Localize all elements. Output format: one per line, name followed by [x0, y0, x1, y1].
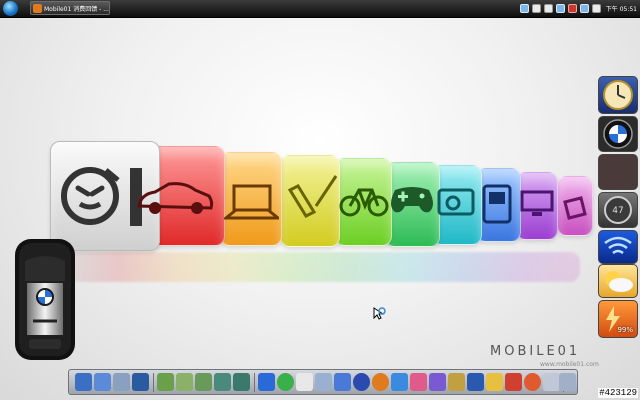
taskbar-window-button[interactable]: Mobile01 消费回馈 - ... [30, 1, 110, 15]
dock-book-icon[interactable] [176, 373, 193, 391]
dock-separator [254, 373, 255, 392]
dock-network-icon[interactable] [94, 373, 111, 391]
dock-firefox-icon[interactable] [372, 373, 389, 391]
tray-flag-icon[interactable] [591, 3, 601, 13]
dock-bookmark-icon[interactable] [157, 373, 174, 391]
mobile01-brand-logo: MOBILE01 [490, 344, 581, 359]
weather-cloud-icon [605, 271, 633, 292]
dock-bluetooth-icon[interactable] [258, 373, 275, 391]
tray-security-icon[interactable] [567, 3, 577, 13]
laptop-icon [224, 184, 279, 220]
monitor-icon [520, 190, 554, 216]
taskbar: Mobile01 消费回馈 - ... 下午 05:51 [0, 0, 640, 18]
dock-settings-icon[interactable] [113, 373, 130, 391]
pda-icon [287, 175, 338, 218]
dock-check-icon[interactable] [277, 373, 294, 391]
taskbar-clock[interactable]: 下午 05:51 [606, 4, 637, 13]
tray-network-icon[interactable] [519, 3, 529, 13]
gamepad-icon [391, 187, 433, 213]
taskbar-window-label: Mobile01 消费回馈 - ... [44, 5, 109, 13]
dock-quicktime-icon[interactable] [353, 373, 370, 391]
dock-mouse-icon[interactable] [296, 373, 313, 391]
dock-mail-icon[interactable] [486, 373, 503, 391]
dock-recycle-bin-icon[interactable] [559, 373, 576, 391]
dock-player-icon[interactable] [524, 373, 541, 391]
dock-media-icon[interactable] [334, 373, 351, 391]
tiles-reflection [60, 252, 580, 282]
analog-clock-icon [603, 80, 633, 110]
dock-book3-icon[interactable] [214, 373, 231, 391]
bmw-key-fob-gadget[interactable] [13, 237, 77, 362]
dock-ie-icon[interactable] [391, 373, 408, 391]
dock-separator [153, 373, 154, 392]
mobile01-site-url: www.mobile01.com [540, 361, 599, 368]
tray-volume-icon[interactable] [579, 3, 589, 13]
tray-window-icon[interactable] [531, 3, 541, 13]
dock-phone-icon[interactable] [315, 373, 332, 391]
speedometer-icon: 47 [604, 196, 632, 224]
phone-icon [563, 196, 587, 220]
image-counter: #423129 [598, 388, 638, 398]
dock-zip-icon[interactable] [448, 373, 465, 391]
dock-display-icon[interactable] [132, 373, 149, 391]
dock-messenger-icon[interactable] [429, 373, 446, 391]
weather-gadget[interactable] [598, 264, 638, 298]
start-button[interactable] [3, 1, 18, 16]
app-dock [68, 369, 578, 395]
wifi-signal-icon [604, 236, 632, 255]
dock-book2-icon[interactable] [195, 373, 212, 391]
speedometer-gadget[interactable]: 47 [598, 192, 638, 228]
speedometer-value: 47 [612, 206, 623, 216]
dock-book4-icon[interactable] [233, 373, 250, 391]
car-icon [137, 182, 214, 214]
firefox-icon [33, 3, 42, 13]
dock-game-icon[interactable] [505, 373, 522, 391]
dock-paint-icon[interactable] [410, 373, 427, 391]
bmw-logo-gadget[interactable] [598, 116, 638, 152]
clock-gadget[interactable] [598, 76, 638, 114]
dock-folder-icon[interactable] [75, 373, 92, 391]
dock-word-icon[interactable] [467, 373, 484, 391]
dock-docs-icon[interactable] [543, 373, 560, 391]
tray-monitor-icon[interactable] [555, 3, 565, 13]
camera-icon [437, 188, 475, 216]
mouse-cursor-icon [373, 307, 386, 320]
tray-app-icon[interactable] [543, 3, 553, 13]
media-player-icon [482, 184, 512, 224]
wifi-gadget[interactable] [598, 230, 638, 264]
cpu-meter-gadget[interactable] [598, 154, 638, 190]
battery-gadget[interactable]: 99% [598, 300, 638, 338]
battery-percent: 99% [617, 326, 633, 334]
system-tray: 下午 05:51 [519, 1, 637, 15]
bicycle-icon [339, 188, 389, 217]
bmw-logo-icon [603, 119, 633, 149]
